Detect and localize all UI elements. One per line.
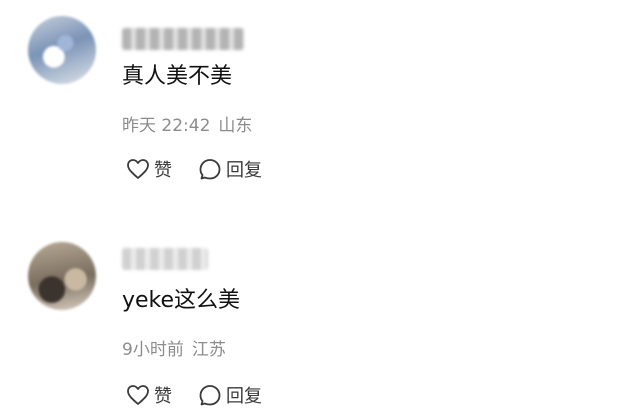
comment-text: 真人美不美 [122,64,233,89]
comment-actions: 赞 回复 [126,382,262,408]
username-blurred[interactable] [122,28,244,50]
heart-icon [127,159,149,179]
reply-label: 回复 [226,386,262,407]
username-blurred[interactable] [122,248,208,270]
reply-button[interactable]: 回复 [198,382,262,408]
comment-time: 昨天 22:42 [122,116,211,136]
speech-bubble-icon [199,385,221,406]
comment-meta: 9小时前 江苏 [122,340,226,360]
comment-text: yeke这么美 [122,288,241,313]
comment-location: 山东 [218,116,253,136]
avatar[interactable] [28,242,96,310]
comment-time: 9小时前 [122,340,184,360]
like-button[interactable]: 赞 [126,156,172,182]
comment-location: 江苏 [191,340,226,360]
like-button[interactable]: 赞 [126,382,172,408]
comment-actions: 赞 回复 [126,156,262,182]
comment-meta: 昨天 22:42 山东 [122,116,252,136]
like-label: 赞 [154,386,172,407]
heart-icon [127,385,149,405]
speech-bubble-icon [199,159,221,180]
reply-label: 回复 [226,160,262,181]
reply-button[interactable]: 回复 [198,156,262,182]
like-label: 赞 [154,160,172,181]
avatar[interactable] [28,16,96,84]
